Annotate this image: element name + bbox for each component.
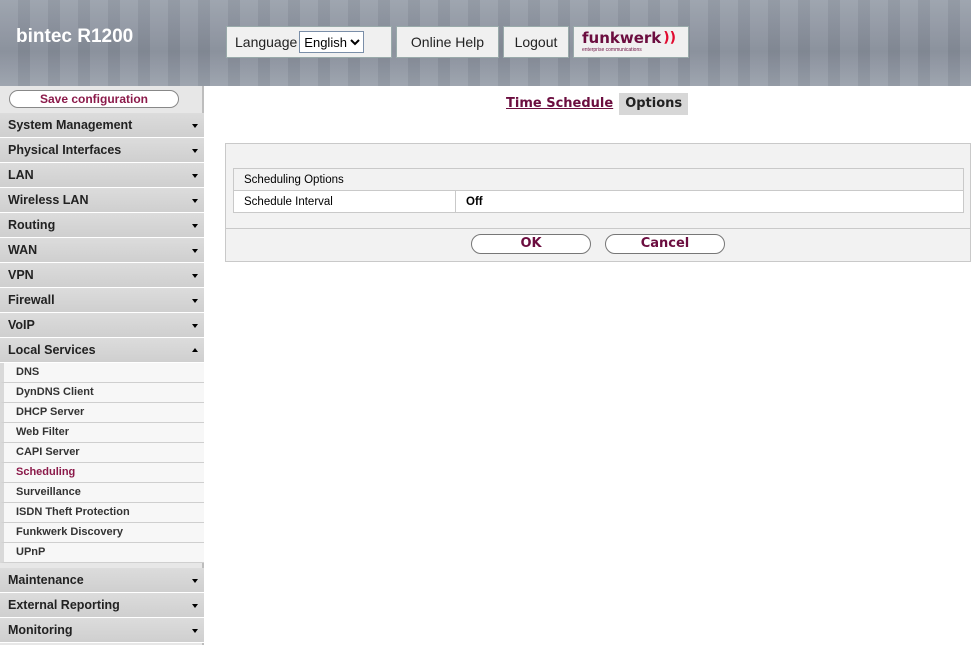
tab-time-schedule[interactable]: Time Schedule [500, 93, 619, 115]
chevron-down-icon [192, 629, 198, 633]
sidebar-item-label: System Management [8, 118, 133, 132]
save-configuration-button[interactable]: Save configuration [9, 90, 179, 108]
sidebar-item-wireless-lan[interactable]: Wireless LAN [0, 188, 204, 213]
logout-button[interactable]: Logout [503, 26, 569, 58]
sidebar-item-label: VPN [8, 268, 34, 282]
sidebar-subitem-capi-server[interactable]: CAPI Server [0, 443, 204, 463]
sidebar-subitem-isdn-theft-protection[interactable]: ISDN Theft Protection [0, 503, 204, 523]
device-brand: bintec R1200 [16, 26, 134, 47]
scheduling-options-table: Scheduling Options Schedule Interval Off [233, 168, 964, 213]
sidebar-menu-bottom: Maintenance External Reporting Monitoring [0, 568, 204, 643]
sidebar-item-routing[interactable]: Routing [0, 213, 204, 238]
sidebar-item-physical-interfaces[interactable]: Physical Interfaces [0, 138, 204, 163]
chevron-down-icon [192, 174, 198, 178]
sidebar-subitem-upnp[interactable]: UPnP [0, 543, 204, 563]
chevron-down-icon [192, 274, 198, 278]
chevron-down-icon [192, 149, 198, 153]
sidebar-item-voip[interactable]: VoIP [0, 313, 204, 338]
sidebar-item-label: VoIP [8, 318, 35, 332]
table-row: Schedule Interval Off [233, 190, 964, 213]
language-label: Language [235, 34, 298, 50]
sidebar-subitem-funkwerk-discovery[interactable]: Funkwerk Discovery [0, 523, 204, 543]
sidebar-menu-top: System Management Physical Interfaces LAN W… [0, 113, 204, 363]
chevron-down-icon [192, 579, 198, 583]
sidebar-item-firewall[interactable]: Firewall [0, 288, 204, 313]
sidebar-item-lan[interactable]: LAN [0, 163, 204, 188]
tab-options[interactable]: Options [619, 93, 689, 115]
section-header-row: Scheduling Options [233, 168, 964, 191]
logo-text: funkwerk [582, 29, 662, 47]
sidebar-subitem-web-filter[interactable]: Web Filter [0, 423, 204, 443]
sidebar-item-monitoring[interactable]: Monitoring [0, 618, 204, 643]
sidebar-item-label: Maintenance [8, 573, 84, 587]
chevron-down-icon [192, 224, 198, 228]
chevron-down-icon [192, 249, 198, 253]
sidebar-item-vpn[interactable]: VPN [0, 263, 204, 288]
sidebar-subitem-scheduling[interactable]: Scheduling [0, 463, 204, 483]
chevron-down-icon [192, 199, 198, 203]
sidebar-item-external-reporting[interactable]: External Reporting [0, 593, 204, 618]
cancel-button[interactable]: Cancel [605, 233, 725, 254]
ok-button[interactable]: OK [471, 233, 591, 254]
sidebar-item-system-management[interactable]: System Management [0, 113, 204, 138]
sidebar-item-label: Physical Interfaces [8, 143, 122, 157]
sidebar-item-label: Firewall [8, 293, 55, 307]
sidebar-item-label: Wireless LAN [8, 193, 89, 207]
sidebar-subitem-dhcp-server[interactable]: DHCP Server [0, 403, 204, 423]
sidebar-subitem-surveillance[interactable]: Surveillance [0, 483, 204, 503]
sidebar-item-label: WAN [8, 243, 38, 257]
funkwerk-logo: funkwerk )) enterprise communications [573, 26, 689, 58]
top-toolbar: Language English Online Help Logout funk… [226, 26, 689, 58]
chevron-down-icon [192, 324, 198, 328]
sidebar-subitem-dyndns-client[interactable]: DynDNS Client [0, 383, 204, 403]
header-bar: bintec R1200 Language English Online Hel… [0, 0, 971, 86]
sidebar-item-label: Local Services [8, 343, 96, 357]
sidebar-item-label: LAN [8, 168, 34, 182]
form-buttons: OK Cancel [225, 228, 971, 258]
sidebar-item-label: Monitoring [8, 623, 73, 637]
section-title: Scheduling Options [233, 168, 964, 191]
sidebar-item-label: Routing [8, 218, 56, 232]
sidebar-item-label: External Reporting [8, 598, 120, 612]
sidebar-item-maintenance[interactable]: Maintenance [0, 568, 204, 593]
sidebar-subitem-dns[interactable]: DNS [0, 363, 204, 383]
logo-waves-icon: )) [663, 30, 677, 46]
sidebar-item-wan[interactable]: WAN [0, 238, 204, 263]
schedule-interval-label: Schedule Interval [233, 190, 456, 213]
sidebar-nav: Save configuration System Management Phys… [0, 86, 204, 645]
chevron-down-icon [192, 604, 198, 608]
chevron-down-icon [192, 124, 198, 128]
chevron-down-icon [192, 299, 198, 303]
schedule-interval-value: Off [455, 190, 964, 213]
sidebar-submenu-local-services: DNS DynDNS Client DHCP Server Web Filter CAP… [0, 363, 204, 563]
chevron-up-icon [192, 348, 198, 352]
tab-bar: Time Schedule Options [500, 93, 689, 115]
language-selector: Language English [226, 26, 392, 58]
logo-subtext: enterprise communications [582, 47, 642, 53]
language-select[interactable]: English [299, 31, 365, 53]
online-help-button[interactable]: Online Help [396, 26, 499, 58]
sidebar-item-local-services[interactable]: Local Services [0, 338, 204, 363]
